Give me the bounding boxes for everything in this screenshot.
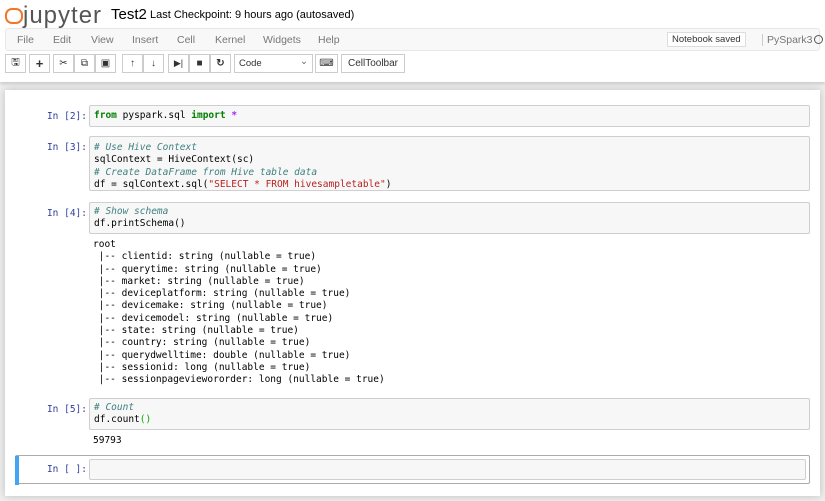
- cell-prompt: In [3]:: [15, 142, 87, 153]
- cell-input[interactable]: # Show schema df.printSchema(): [89, 202, 810, 234]
- menu-edit[interactable]: Edit: [53, 34, 71, 46]
- menubar: File Edit View Insert Cell Kernel Widget…: [5, 28, 820, 51]
- insert-cell-icon[interactable]: +: [29, 54, 50, 73]
- cell-input[interactable]: [89, 459, 806, 480]
- code-comment: # Use Hive Context: [94, 142, 197, 153]
- code-operator: *: [226, 110, 237, 121]
- cell-prompt: In [2]:: [15, 111, 87, 122]
- code-text: df.count: [94, 414, 140, 425]
- cell-type-value: Code: [239, 58, 262, 69]
- cell-prompt: In [5]:: [15, 404, 87, 415]
- menu-insert[interactable]: Insert: [132, 34, 158, 46]
- menu-kernel[interactable]: Kernel: [215, 34, 245, 46]
- code-keyword: from: [94, 110, 117, 121]
- stop-icon[interactable]: ■: [189, 54, 210, 73]
- cell-input[interactable]: from pyspark.sql import *: [89, 105, 810, 127]
- notebook-name[interactable]: Test2: [111, 6, 147, 23]
- menu-cell[interactable]: Cell: [177, 34, 195, 46]
- selected-code-cell[interactable]: In [ ]:: [15, 455, 810, 484]
- cell-input[interactable]: # Count df.count(): [89, 398, 810, 430]
- code-text: df.printSchema(): [94, 218, 186, 229]
- move-up-icon[interactable]: ↑: [122, 54, 143, 73]
- cell-output: root |-- clientid: string (nullable = tr…: [93, 239, 385, 387]
- checkpoint-status: Last Checkpoint: 9 hours ago (autosaved): [150, 9, 354, 21]
- cell-prompt: In [4]:: [15, 208, 87, 219]
- menu-view[interactable]: View: [91, 34, 114, 46]
- cell-type-select[interactable]: Code ⌄: [234, 54, 313, 73]
- cell-prompt: In [ ]:: [15, 464, 87, 475]
- code-comment: # Create DataFrame from Hive table data: [94, 167, 317, 178]
- save-icon[interactable]: 🖫: [5, 54, 26, 73]
- restart-icon[interactable]: ↻: [210, 54, 231, 73]
- code-paren: (): [140, 414, 151, 425]
- cell-output: 59793: [93, 435, 122, 447]
- kernel-name: PySpark3: [762, 34, 813, 46]
- jupyter-logo-icon: [5, 8, 19, 24]
- paste-icon[interactable]: ▣: [95, 54, 116, 73]
- run-icon[interactable]: ▶|: [168, 54, 189, 73]
- kernel-idle-icon: [814, 35, 823, 44]
- code-comment: # Show schema: [94, 206, 168, 217]
- code-keyword: import: [191, 110, 225, 121]
- code-comment: # Count: [94, 402, 134, 413]
- code-text: df = sqlContext.sql(: [94, 179, 208, 190]
- chevron-down-icon: ⌄: [300, 56, 308, 67]
- code-string: "SELECT * FROM hivesampletable": [208, 179, 385, 190]
- notebook-container: In [2]: from pyspark.sql import * In [3]…: [5, 90, 820, 496]
- keyboard-icon[interactable]: ⌨: [315, 54, 338, 73]
- code-text: ): [386, 179, 392, 190]
- celltoolbar-button[interactable]: CellToolbar: [341, 54, 405, 73]
- code-text: pyspark.sql: [123, 110, 192, 121]
- cell-input[interactable]: # Use Hive Context sqlContext = HiveCont…: [89, 136, 810, 191]
- notebook-saved-indicator: Notebook saved: [667, 32, 746, 47]
- code-text: sqlContext = HiveContext(sc): [94, 154, 254, 165]
- header: jupyter Test2 Last Checkpoint: 9 hours a…: [0, 0, 825, 82]
- cut-icon[interactable]: ✂: [53, 54, 74, 73]
- jupyter-logo[interactable]: jupyter: [5, 2, 102, 30]
- copy-icon[interactable]: ⧉: [74, 54, 95, 73]
- move-down-icon[interactable]: ↓: [143, 54, 164, 73]
- menu-file[interactable]: File: [17, 34, 34, 46]
- menu-help[interactable]: Help: [318, 34, 340, 46]
- menu-widgets[interactable]: Widgets: [263, 34, 301, 46]
